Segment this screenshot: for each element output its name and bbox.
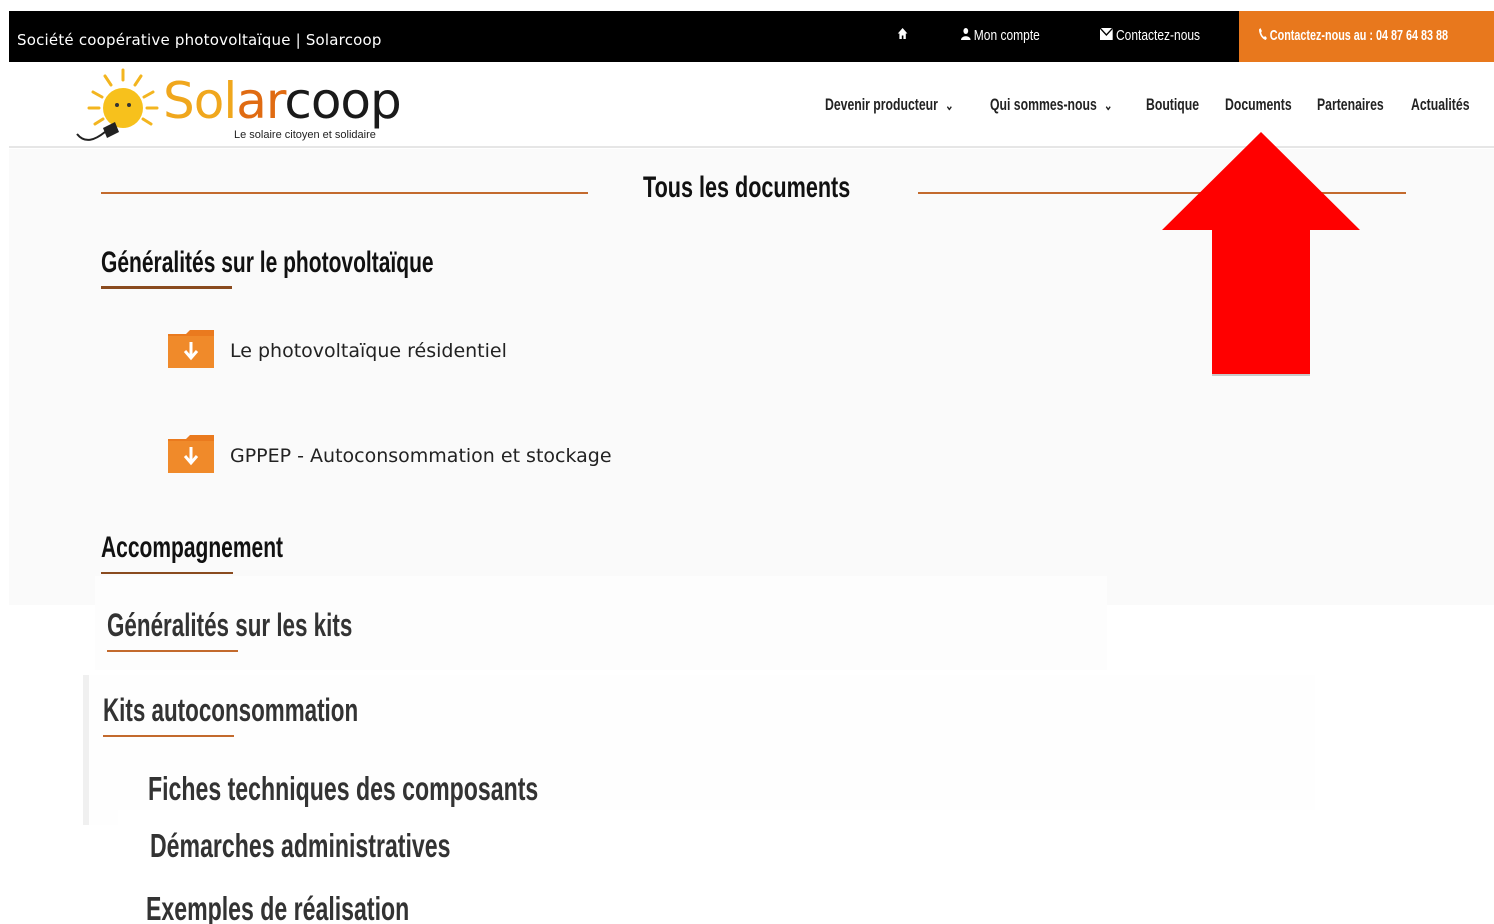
user-icon: [961, 27, 971, 44]
red-up-arrow-icon: [1162, 132, 1360, 376]
nav-devenir-producteur[interactable]: Devenir producteur ⌄: [825, 95, 954, 115]
nav-actualites[interactable]: Actualités: [1411, 95, 1470, 115]
subsection-exemples-realisation[interactable]: Exemples de réalisation: [146, 890, 409, 924]
page-title: Tous les documents: [643, 171, 851, 204]
phone-icon: [1259, 27, 1267, 44]
subsection-underline: [107, 650, 238, 652]
section-underline: [101, 286, 232, 289]
section-underline: [101, 572, 233, 574]
subsection-demarches-administratives[interactable]: Démarches administratives: [150, 827, 450, 865]
account-link[interactable]: Mon compte: [961, 27, 1040, 44]
nav-partenaires[interactable]: Partenaires: [1317, 95, 1384, 115]
site-tagline: Société coopérative photovoltaïque | Sol…: [17, 31, 382, 49]
contact-label: Contactez-nous: [1116, 27, 1201, 44]
top-bar: Société coopérative photovoltaïque | Sol…: [9, 11, 1494, 62]
subsection-kits-autoconsommation[interactable]: Kits autoconsommation: [103, 692, 358, 729]
subsection-generalites-kits[interactable]: Généralités sur les kits: [107, 607, 352, 644]
section-title-accompagnement: Accompagnement: [101, 531, 284, 564]
document-label: Le photovoltaïque résidentiel: [230, 340, 507, 362]
title-rule-left: [101, 192, 588, 194]
phone-label: Contactez-nous au : 04 87 64 83 88: [1269, 27, 1449, 44]
nav-qui-sommes-nous[interactable]: Qui sommes-nous ⌄: [990, 95, 1112, 115]
contact-link[interactable]: Contactez-nous: [1099, 27, 1201, 44]
subsection-fiches-techniques[interactable]: Fiches techniques des composants: [148, 770, 538, 808]
chevron-down-icon: ⌄: [945, 97, 954, 113]
download-folder-icon: [168, 435, 214, 473]
solarcoop-logo[interactable]: Solarcoop Le solaire citoyen et solidair…: [69, 64, 429, 146]
document-label: GPPEP - Autoconsommation et stockage: [230, 445, 612, 467]
subsection-underline: [103, 735, 234, 737]
logo-slogan: Le solaire citoyen et solidaire: [234, 129, 376, 141]
sun-logo-icon: [76, 68, 159, 141]
home-icon: [897, 27, 908, 44]
envelope-icon: [1099, 27, 1114, 44]
logo-wordmark: Solarcoop: [163, 72, 402, 130]
section-title-generalites: Généralités sur le photovoltaïque: [101, 246, 434, 279]
home-link[interactable]: [897, 27, 911, 44]
account-label: Mon compte: [973, 27, 1040, 44]
download-folder-icon: [168, 330, 214, 368]
chevron-down-icon: ⌄: [1103, 97, 1113, 113]
phone-contact-button[interactable]: Contactez-nous au : 04 87 64 83 88: [1239, 11, 1494, 62]
nav-boutique[interactable]: Boutique: [1146, 95, 1199, 115]
nav-documents[interactable]: Documents: [1225, 95, 1292, 115]
